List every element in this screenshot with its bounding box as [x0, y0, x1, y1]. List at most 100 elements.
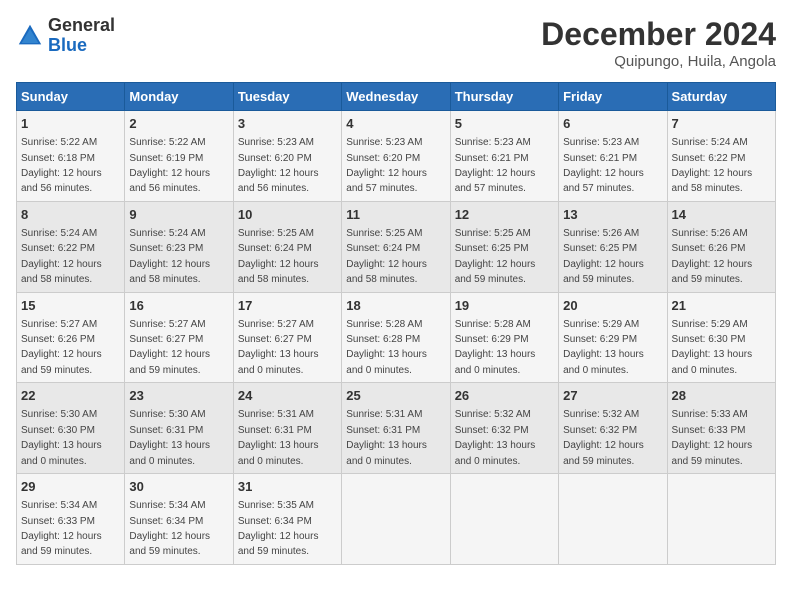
day-number: 14 [672, 206, 771, 224]
cell-info: Sunrise: 5:25 AMSunset: 6:24 PMDaylight:… [346, 228, 427, 285]
cell-info: Sunrise: 5:33 AMSunset: 6:33 PMDaylight:… [672, 409, 753, 466]
cell-week1-day4: 12 Sunrise: 5:25 AMSunset: 6:25 PMDayligh… [450, 201, 558, 292]
cell-info: Sunrise: 5:31 AMSunset: 6:31 PMDaylight:… [346, 409, 427, 466]
cell-info: Sunrise: 5:24 AMSunset: 6:22 PMDaylight:… [672, 137, 753, 194]
header-friday: Friday [559, 83, 667, 111]
cell-week0-day6: 7 Sunrise: 5:24 AMSunset: 6:22 PMDaylight… [667, 111, 775, 202]
cell-week4-day4 [450, 474, 558, 565]
cell-info: Sunrise: 5:29 AMSunset: 6:30 PMDaylight:… [672, 319, 753, 376]
day-number: 6 [563, 115, 662, 133]
cell-info: Sunrise: 5:26 AMSunset: 6:25 PMDaylight:… [563, 228, 644, 285]
cell-week4-day3 [342, 474, 450, 565]
day-number: 12 [455, 206, 554, 224]
week-row-3: 22 Sunrise: 5:30 AMSunset: 6:30 PMDayligh… [17, 383, 776, 474]
cell-week1-day3: 11 Sunrise: 5:25 AMSunset: 6:24 PMDayligh… [342, 201, 450, 292]
cell-week2-day3: 18 Sunrise: 5:28 AMSunset: 6:28 PMDayligh… [342, 292, 450, 383]
cell-week4-day2: 31Sunrise: 5:35 AMSunset: 6:34 PMDayligh… [233, 474, 341, 565]
day-number: 7 [672, 115, 771, 133]
cell-week0-day5: 6 Sunrise: 5:23 AMSunset: 6:21 PMDaylight… [559, 111, 667, 202]
cell-week3-day3: 25 Sunrise: 5:31 AMSunset: 6:31 PMDayligh… [342, 383, 450, 474]
cell-week0-day1: 2 Sunrise: 5:22 AMSunset: 6:19 PMDaylight… [125, 111, 233, 202]
day-number: 17 [238, 297, 337, 315]
day-number: 10 [238, 206, 337, 224]
cell-week1-day1: 9Sunrise: 5:24 AMSunset: 6:23 PMDaylight… [125, 201, 233, 292]
page-title: December 2024 [541, 16, 776, 53]
week-row-4: 29Sunrise: 5:34 AMSunset: 6:33 PMDayligh… [17, 474, 776, 565]
header-wednesday: Wednesday [342, 83, 450, 111]
cell-week4-day5 [559, 474, 667, 565]
day-number: 13 [563, 206, 662, 224]
cell-info: Sunrise: 5:28 AMSunset: 6:28 PMDaylight:… [346, 319, 427, 376]
logo: General Blue [16, 16, 115, 56]
cell-week0-day3: 4 Sunrise: 5:23 AMSunset: 6:20 PMDaylight… [342, 111, 450, 202]
header-monday: Monday [125, 83, 233, 111]
day-number: 28 [672, 387, 771, 405]
header-sunday: Sunday [17, 83, 125, 111]
day-number: 20 [563, 297, 662, 315]
cell-info: Sunrise: 5:25 AMSunset: 6:24 PMDaylight:… [238, 228, 319, 285]
cell-week3-day2: 24 Sunrise: 5:31 AMSunset: 6:31 PMDayligh… [233, 383, 341, 474]
cell-week3-day1: 23 Sunrise: 5:30 AMSunset: 6:31 PMDayligh… [125, 383, 233, 474]
cell-week4-day6 [667, 474, 775, 565]
cell-week2-day6: 21 Sunrise: 5:29 AMSunset: 6:30 PMDayligh… [667, 292, 775, 383]
logo-icon [16, 22, 44, 50]
day-number: 11 [346, 206, 445, 224]
header-thursday: Thursday [450, 83, 558, 111]
day-number: 16 [129, 297, 228, 315]
cell-week4-day1: 30Sunrise: 5:34 AMSunset: 6:34 PMDayligh… [125, 474, 233, 565]
cell-week2-day2: 17 Sunrise: 5:27 AMSunset: 6:27 PMDayligh… [233, 292, 341, 383]
day-number: 18 [346, 297, 445, 315]
page-subtitle: Quipungo, Huila, Angola [541, 53, 776, 70]
cell-info: Sunrise: 5:27 AMSunset: 6:27 PMDaylight:… [238, 319, 319, 376]
cell-info: Sunrise: 5:27 AMSunset: 6:26 PMDaylight:… [21, 319, 102, 376]
day-number: 30 [129, 478, 228, 496]
cell-week2-day1: 16 Sunrise: 5:27 AMSunset: 6:27 PMDayligh… [125, 292, 233, 383]
cell-info: Sunrise: 5:23 AMSunset: 6:20 PMDaylight:… [238, 137, 319, 194]
cell-info: Sunrise: 5:22 AMSunset: 6:19 PMDaylight:… [129, 137, 210, 194]
day-number: 22 [21, 387, 120, 405]
day-number: 4 [346, 115, 445, 133]
day-number: 29 [21, 478, 120, 496]
day-number: 1 [21, 115, 120, 133]
day-number: 2 [129, 115, 228, 133]
cell-info: Sunrise: 5:27 AMSunset: 6:27 PMDaylight:… [129, 319, 210, 376]
cell-week3-day5: 27 Sunrise: 5:32 AMSunset: 6:32 PMDayligh… [559, 383, 667, 474]
cell-info: Sunrise: 5:31 AMSunset: 6:31 PMDaylight:… [238, 409, 319, 466]
cell-week0-day0: 1 Sunrise: 5:22 AMSunset: 6:18 PMDaylight… [17, 111, 125, 202]
cell-week0-day2: 3 Sunrise: 5:23 AMSunset: 6:20 PMDaylight… [233, 111, 341, 202]
page-header: General Blue December 2024 Quipungo, Hui… [16, 16, 776, 70]
day-number: 24 [238, 387, 337, 405]
cell-week2-day4: 19Sunrise: 5:28 AMSunset: 6:29 PMDayligh… [450, 292, 558, 383]
day-number: 27 [563, 387, 662, 405]
cell-week1-day5: 13 Sunrise: 5:26 AMSunset: 6:25 PMDayligh… [559, 201, 667, 292]
day-number: 5 [455, 115, 554, 133]
cell-week3-day0: 22 Sunrise: 5:30 AMSunset: 6:30 PMDayligh… [17, 383, 125, 474]
cell-info: Sunrise: 5:24 AMSunset: 6:22 PMDaylight:… [21, 228, 102, 285]
cell-info: Sunrise: 5:30 AMSunset: 6:30 PMDaylight:… [21, 409, 102, 466]
cell-info: Sunrise: 5:32 AMSunset: 6:32 PMDaylight:… [563, 409, 644, 466]
cell-week1-day0: 8Sunrise: 5:24 AMSunset: 6:22 PMDaylight… [17, 201, 125, 292]
cell-info: Sunrise: 5:30 AMSunset: 6:31 PMDaylight:… [129, 409, 210, 466]
cell-info: Sunrise: 5:22 AMSunset: 6:18 PMDaylight:… [21, 137, 102, 194]
cell-info: Sunrise: 5:25 AMSunset: 6:25 PMDaylight:… [455, 228, 536, 285]
logo-blue-text: Blue [48, 36, 115, 56]
title-block: December 2024 Quipungo, Huila, Angola [541, 16, 776, 70]
cell-week2-day5: 20 Sunrise: 5:29 AMSunset: 6:29 PMDayligh… [559, 292, 667, 383]
day-number: 25 [346, 387, 445, 405]
cell-week1-day2: 10 Sunrise: 5:25 AMSunset: 6:24 PMDayligh… [233, 201, 341, 292]
week-row-2: 15 Sunrise: 5:27 AMSunset: 6:26 PMDayligh… [17, 292, 776, 383]
day-number: 23 [129, 387, 228, 405]
header-saturday: Saturday [667, 83, 775, 111]
calendar-table: Sunday Monday Tuesday Wednesday Thursday… [16, 82, 776, 565]
cell-week3-day6: 28 Sunrise: 5:33 AMSunset: 6:33 PMDayligh… [667, 383, 775, 474]
day-number: 15 [21, 297, 120, 315]
day-number: 9 [129, 206, 228, 224]
day-number: 19 [455, 297, 554, 315]
cell-info: Sunrise: 5:23 AMSunset: 6:20 PMDaylight:… [346, 137, 427, 194]
header-tuesday: Tuesday [233, 83, 341, 111]
day-number: 26 [455, 387, 554, 405]
day-number: 3 [238, 115, 337, 133]
cell-info: Sunrise: 5:29 AMSunset: 6:29 PMDaylight:… [563, 319, 644, 376]
day-number: 21 [672, 297, 771, 315]
cell-info: Sunrise: 5:23 AMSunset: 6:21 PMDaylight:… [563, 137, 644, 194]
